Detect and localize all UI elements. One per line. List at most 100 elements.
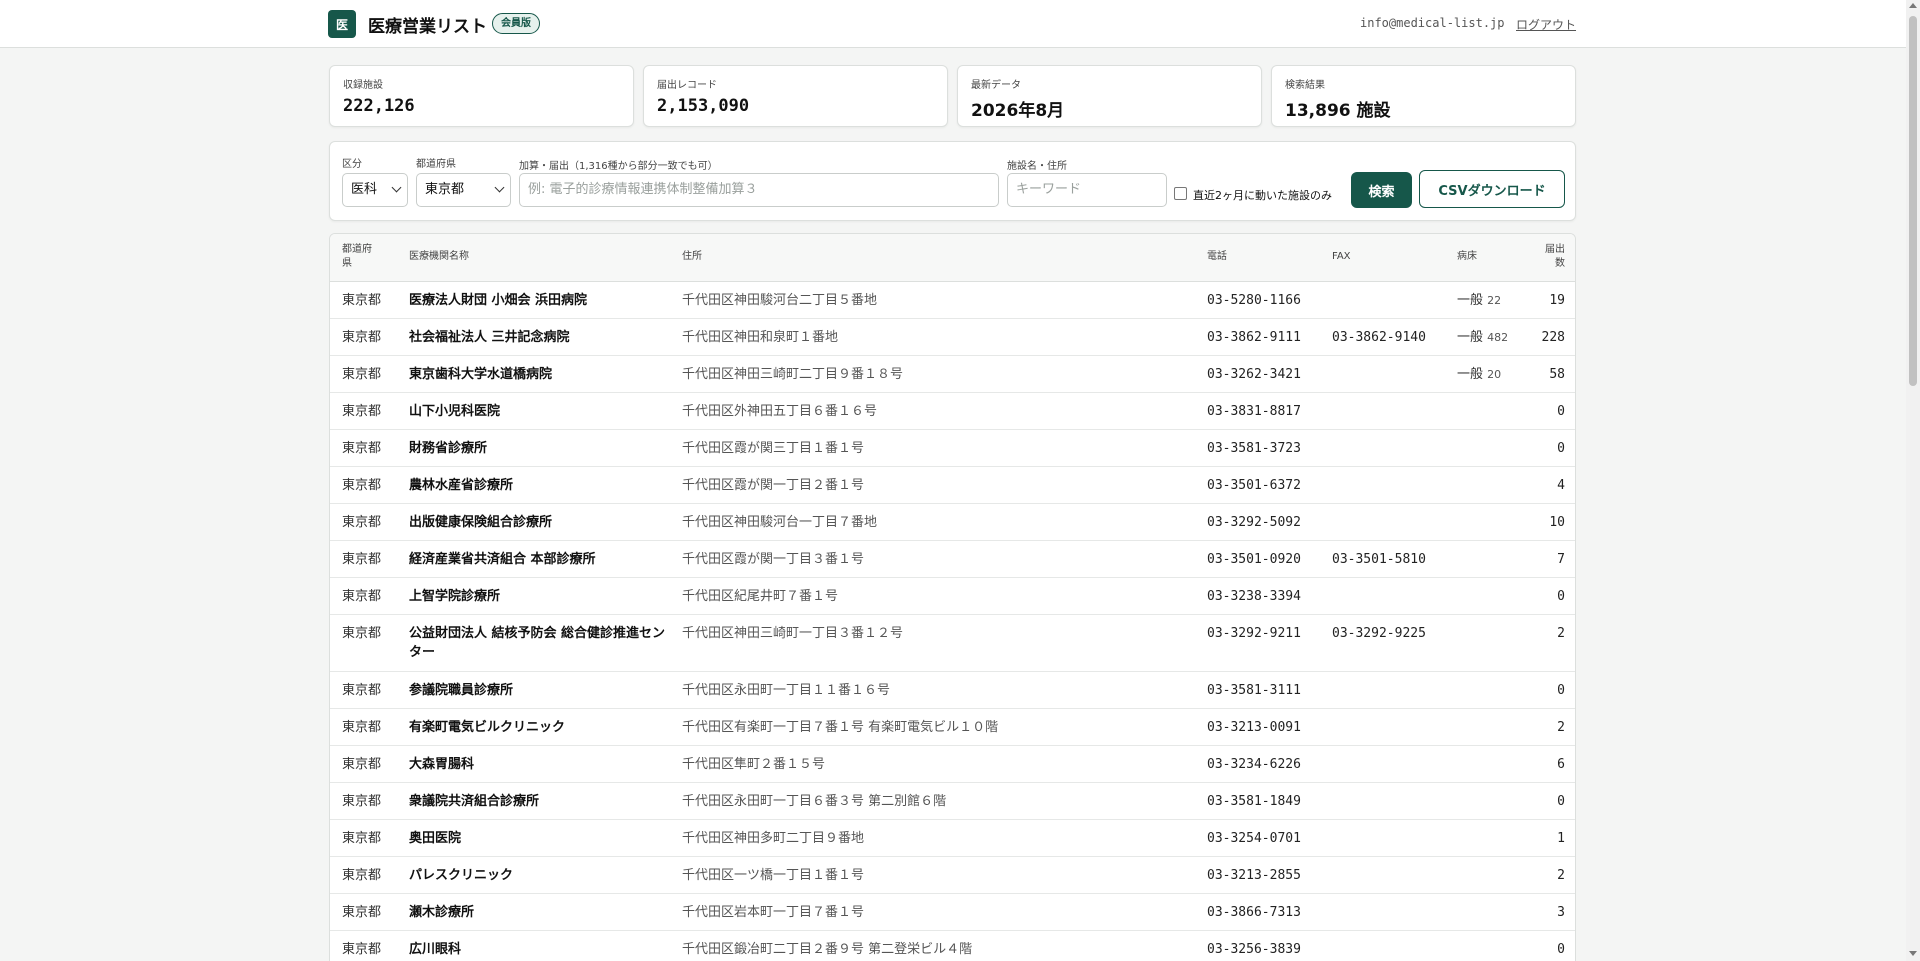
cell-phone: 03-3292-5092: [1207, 514, 1301, 530]
app-title: 医療営業リスト: [368, 17, 487, 37]
cell-address: 千代田区永田町一丁目６番３号 第二別館６階: [682, 793, 947, 809]
cell-phone: 03-3213-0091: [1207, 719, 1301, 735]
cell-notification-count: 10: [1549, 514, 1565, 530]
cell-beds: [1445, 466, 1520, 503]
stats-row: 収録施設 222,126 届出レコード 2,153,090 最新データ 2026…: [329, 65, 1576, 127]
page-scrollbar[interactable]: [1906, 0, 1920, 961]
table-row[interactable]: 東京都 財務省診療所 千代田区霞が関三丁目１番１号 03-3581-3723 0: [330, 429, 1575, 466]
cell-beds: [1445, 856, 1520, 893]
cell-facility-name: 出版健康保険組合診療所: [409, 514, 553, 530]
bed-count: 22: [1487, 293, 1502, 307]
column-header-prefecture[interactable]: 都道府県: [330, 234, 397, 281]
table-row[interactable]: 東京都 出版健康保険組合診療所 千代田区神田駿河台一丁目７番地 03-3292-509…: [330, 503, 1575, 540]
cell-fax: [1320, 819, 1445, 856]
cell-fax: [1320, 671, 1445, 708]
stat-label: 最新データ: [971, 80, 1021, 91]
cell-facility-name: 広川眼科: [409, 941, 462, 957]
table-row[interactable]: 東京都 農林水産省診療所 千代田区霞が関一丁目２番１号 03-3501-6372 4: [330, 466, 1575, 503]
cell-phone: 03-3501-6372: [1207, 477, 1301, 493]
cell-fax: [1320, 745, 1445, 782]
table-row[interactable]: 東京都 参議院職員診療所 千代田区永田町一丁目１１番１６号 03-3581-3111 0: [330, 671, 1575, 708]
stat-value: 2026年8月: [971, 101, 1065, 121]
csv-download-button[interactable]: CSVダウンロード: [1419, 170, 1565, 208]
search-button[interactable]: 検索: [1351, 172, 1412, 208]
cell-prefecture: 東京都: [342, 477, 382, 493]
table-row[interactable]: 東京都 瀬木診療所 千代田区岩本町一丁目７番１号 03-3866-7313 3: [330, 893, 1575, 930]
cell-fax: [1320, 466, 1445, 503]
cell-address: 千代田区神田三崎町二丁目９番１８号: [682, 366, 904, 382]
table-row[interactable]: 東京都 東京歯科大学水道橋病院 千代田区神田三崎町二丁目９番１８号 03-3262-3…: [330, 355, 1575, 392]
cell-prefecture: 東京都: [342, 588, 382, 604]
column-header-beds[interactable]: 病床: [1445, 234, 1520, 281]
member-badge: 会員版: [492, 13, 540, 34]
facility-keyword-input[interactable]: キーワード: [1007, 173, 1167, 207]
table-row[interactable]: 東京都 広川眼科 千代田区鍛冶町二丁目２番９号 第二登栄ビル４階 03-3256-38…: [330, 930, 1575, 961]
column-header-phone[interactable]: 電話: [1195, 234, 1320, 281]
cell-facility-name: 公益財団法人 結核予防会 総合健診推進センター: [409, 625, 666, 660]
facility-keyword-label: 施設名・住所: [1007, 161, 1067, 172]
cell-phone: 03-3866-7313: [1207, 904, 1301, 920]
cell-notification-count: 2: [1557, 719, 1565, 735]
cell-address: 千代田区神田和泉町１番地: [682, 329, 839, 345]
column-header-fax[interactable]: FAX: [1320, 234, 1445, 281]
scroll-down-icon[interactable]: [1909, 951, 1917, 956]
cell-phone: 03-5280-1166: [1207, 292, 1301, 308]
table-row[interactable]: 東京都 奥田医院 千代田区神田多町二丁目９番地 03-3254-0701 1: [330, 819, 1575, 856]
table-row[interactable]: 東京都 大森胃腸科 千代田区隼町２番１５号 03-3234-6226 6: [330, 745, 1575, 782]
table-row[interactable]: 東京都 社会福祉法人 三井記念病院 千代田区神田和泉町１番地 03-3862-9111…: [330, 318, 1575, 355]
column-header-address[interactable]: 住所: [670, 234, 1195, 281]
cell-address: 千代田区鍛冶町二丁目２番９号 第二登栄ビル４階: [682, 941, 973, 957]
scroll-thumb[interactable]: [1909, 16, 1917, 386]
cell-beds: [1445, 782, 1520, 819]
recent-only-label[interactable]: 直近2ヶ月に動いた施設のみ: [1193, 187, 1332, 203]
cell-fax: [1320, 355, 1445, 392]
cell-phone: 03-3238-3394: [1207, 588, 1301, 604]
cell-notification-count: 0: [1557, 682, 1565, 698]
cell-prefecture: 東京都: [342, 403, 382, 419]
category-label: 区分: [342, 159, 362, 170]
cell-notification-count: 4: [1557, 477, 1565, 493]
stat-label: 収録施設: [343, 80, 383, 91]
cell-fax: [1320, 856, 1445, 893]
cell-prefecture: 東京都: [342, 793, 382, 809]
addon-input[interactable]: 例: 電子的診療情報連携体制整備加算３: [519, 173, 999, 207]
cell-prefecture: 東京都: [342, 292, 382, 308]
bed-count: 482: [1487, 330, 1509, 344]
cell-fax: 03-3501-5810: [1332, 551, 1426, 567]
cell-prefecture: 東京都: [342, 329, 382, 345]
cell-prefecture: 東京都: [342, 625, 382, 641]
cell-notification-count: 0: [1557, 941, 1565, 957]
stat-card-records: 届出レコード 2,153,090: [643, 65, 948, 127]
table-row[interactable]: 東京都 山下小児科医院 千代田区外神田五丁目６番１６号 03-3831-8817 0: [330, 392, 1575, 429]
cell-fax: [1320, 782, 1445, 819]
table-row[interactable]: 東京都 経済産業省共済組合 本部診療所 千代田区霞が関一丁目３番１号 03-3501-…: [330, 540, 1575, 577]
cell-phone: 03-3581-1849: [1207, 793, 1301, 809]
table-row[interactable]: 東京都 有楽町電気ビルクリニック 千代田区有楽町一丁目７番１号 有楽町電気ビル１０階…: [330, 708, 1575, 745]
cell-beds: [1445, 540, 1520, 577]
table-row[interactable]: 東京都 上智学院診療所 千代田区紀尾井町７番１号 03-3238-3394 0: [330, 577, 1575, 614]
column-header-name[interactable]: 医療機関名称: [397, 234, 670, 281]
cell-fax: [1320, 281, 1445, 318]
table-row[interactable]: 東京都 公益財団法人 結核予防会 総合健診推進センター 千代田区神田三崎町一丁目３番…: [330, 614, 1575, 671]
scroll-up-icon[interactable]: [1909, 3, 1917, 8]
cell-address: 千代田区神田多町二丁目９番地: [682, 830, 865, 846]
cell-beds: [1445, 577, 1520, 614]
cell-address: 千代田区隼町２番１５号: [682, 756, 826, 772]
table-row[interactable]: 東京都 衆議院共済組合診療所 千代田区永田町一丁目６番３号 第二別館６階 03-358…: [330, 782, 1575, 819]
logout-link[interactable]: ログアウト: [1516, 16, 1576, 33]
cell-prefecture: 東京都: [342, 756, 382, 772]
cell-beds: 一般 20: [1445, 355, 1520, 392]
cell-phone: 03-3256-3839: [1207, 941, 1301, 957]
cell-prefecture: 東京都: [342, 867, 382, 883]
cell-phone: 03-3862-9111: [1207, 329, 1301, 345]
cell-phone: 03-3581-3723: [1207, 440, 1301, 456]
table-row[interactable]: 東京都 パレスクリニック 千代田区一ツ橋一丁目１番１号 03-3213-2855 2: [330, 856, 1575, 893]
cell-fax: [1320, 577, 1445, 614]
table-row[interactable]: 東京都 医療法人財団 小畑会 浜田病院 千代田区神田駿河台二丁目５番地 03-5280…: [330, 281, 1575, 318]
column-header-count[interactable]: 届出数: [1520, 234, 1575, 281]
cell-notification-count: 0: [1557, 588, 1565, 604]
recent-only-checkbox[interactable]: [1174, 187, 1187, 200]
stat-label: 届出レコード: [657, 80, 717, 91]
cell-phone: 03-3581-3111: [1207, 682, 1301, 698]
cell-phone: 03-3292-9211: [1207, 625, 1301, 641]
